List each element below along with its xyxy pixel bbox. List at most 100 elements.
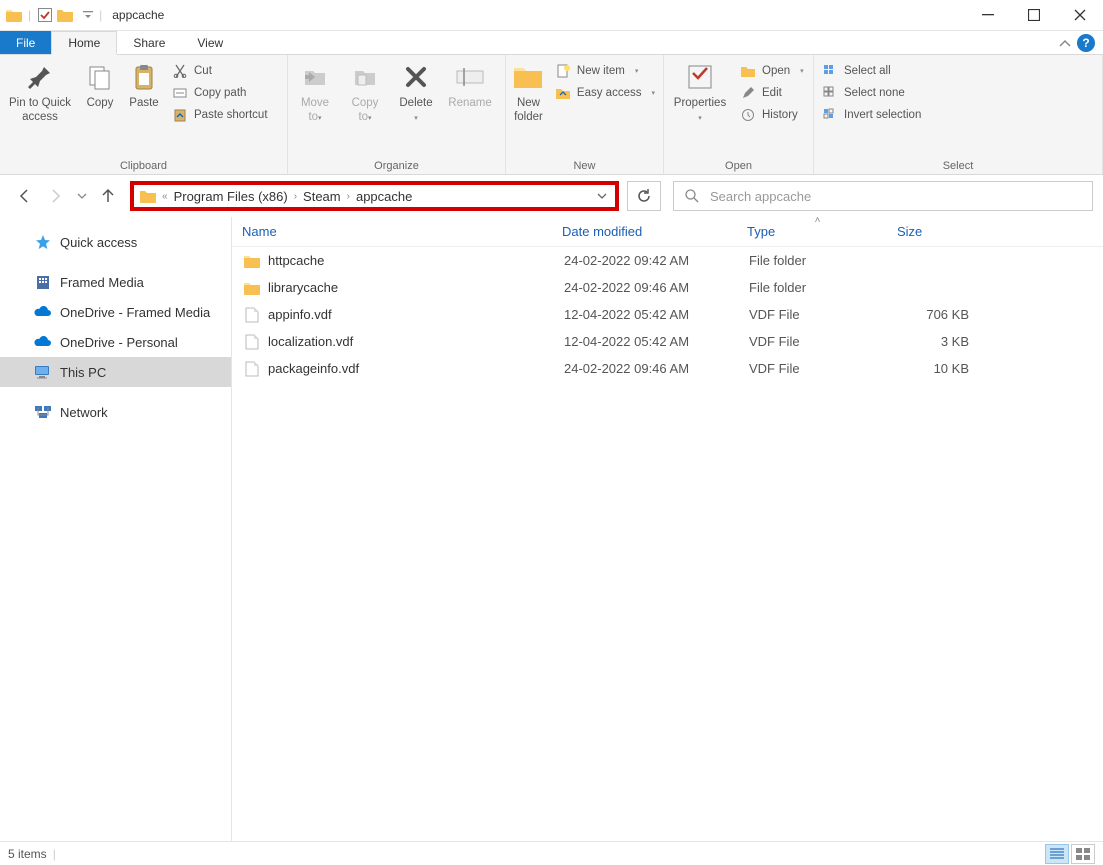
tab-view[interactable]: View <box>181 31 239 54</box>
file-name: librarycache <box>268 280 338 295</box>
invert-selection-button[interactable]: Invert selection <box>818 105 925 125</box>
select-all-button[interactable]: Select all <box>818 61 925 81</box>
file-row[interactable]: localization.vdf12-04-2022 05:42 AMVDF F… <box>232 328 1103 355</box>
ribbon-group-label: Clipboard <box>4 158 283 174</box>
breadcrumb-item[interactable]: appcache <box>350 189 418 204</box>
file-row[interactable]: packageinfo.vdf24-02-2022 09:46 AMVDF Fi… <box>232 355 1103 382</box>
file-type: VDF File <box>739 334 889 349</box>
file-row[interactable]: librarycache24-02-2022 09:46 AMFile fold… <box>232 274 1103 301</box>
invert-selection-icon <box>822 107 838 123</box>
help-icon[interactable]: ? <box>1077 34 1095 52</box>
ribbon-group-label: Organize <box>292 158 501 174</box>
cloud-icon <box>34 333 52 351</box>
rename-button[interactable]: Rename <box>444 59 496 113</box>
file-row[interactable]: httpcache24-02-2022 09:42 AMFile folder <box>232 247 1103 274</box>
up-button[interactable] <box>94 182 122 210</box>
copy-path-button[interactable]: Copy path <box>168 83 272 103</box>
sidebar-item[interactable]: OneDrive - Personal <box>0 327 231 357</box>
maximize-button[interactable] <box>1011 0 1057 31</box>
tab-share[interactable]: Share <box>117 31 181 54</box>
cut-button[interactable]: Cut <box>168 61 272 81</box>
file-type: VDF File <box>739 307 889 322</box>
file-type: VDF File <box>739 361 889 376</box>
recent-dropdown-icon[interactable] <box>74 182 90 210</box>
file-size: 706 KB <box>889 307 979 322</box>
status-bar: 5 items | <box>0 841 1103 865</box>
new-item-icon <box>555 63 571 79</box>
move-to-button[interactable]: Move to▾ <box>292 59 338 127</box>
new-folder-button[interactable]: New folder <box>510 59 547 127</box>
ribbon-group-new: New folder New item▾ Easy access▾ New <box>506 55 664 174</box>
file-row[interactable]: appinfo.vdf12-04-2022 05:42 AMVDF File70… <box>232 301 1103 328</box>
open-button[interactable]: Open▾ <box>736 61 808 81</box>
sidebar-item-label: Network <box>60 405 108 420</box>
collapse-ribbon-icon[interactable] <box>1059 38 1071 48</box>
select-none-button[interactable]: Select none <box>818 83 925 103</box>
file-rows[interactable]: httpcache24-02-2022 09:42 AMFile folderl… <box>232 247 1103 841</box>
tab-home[interactable]: Home <box>51 31 117 55</box>
sidebar-item-label: Framed Media <box>60 275 144 290</box>
folder-icon <box>6 8 22 22</box>
title-icons: | | <box>0 7 104 23</box>
select-none-icon <box>822 85 838 101</box>
copy-to-button[interactable]: Copy to▾ <box>342 59 388 127</box>
file-date: 12-04-2022 05:42 AM <box>554 334 739 349</box>
file-name: appinfo.vdf <box>268 307 332 322</box>
delete-button[interactable]: Delete▾ <box>392 59 440 127</box>
cut-icon <box>172 63 188 79</box>
copy-button[interactable]: Copy <box>80 59 120 113</box>
cloud-icon <box>34 303 52 321</box>
search-input[interactable] <box>710 189 1082 204</box>
history-button[interactable]: History <box>736 105 808 125</box>
forward-button[interactable] <box>42 182 70 210</box>
qat-checkbox-icon[interactable] <box>37 7 53 23</box>
back-button[interactable] <box>10 182 38 210</box>
building-icon <box>34 273 52 291</box>
sidebar-item[interactable]: Quick access <box>0 227 231 257</box>
sidebar-item[interactable]: This PC <box>0 357 231 387</box>
search-box[interactable] <box>673 181 1093 211</box>
minimize-button[interactable] <box>965 0 1011 31</box>
copy-to-icon <box>349 61 381 93</box>
file-icon <box>244 361 260 377</box>
paste-shortcut-button[interactable]: Paste shortcut <box>168 105 272 125</box>
properties-button[interactable]: Properties▾ <box>668 59 732 127</box>
separator: | <box>26 8 33 22</box>
pin-quick-access-button[interactable]: Pin to Quick access <box>4 59 76 127</box>
edit-button[interactable]: Edit <box>736 83 808 103</box>
move-to-icon <box>299 61 331 93</box>
column-header-size[interactable]: Size <box>887 224 977 239</box>
navigation-bar: « Program Files (x86) › Steam › appcache <box>0 175 1103 217</box>
address-dropdown-icon[interactable] <box>589 192 615 200</box>
qat-dropdown-icon[interactable] <box>77 11 93 19</box>
sidebar-item[interactable]: Framed Media <box>0 267 231 297</box>
ribbon-group-label: New <box>510 158 659 174</box>
sidebar[interactable]: Quick access Framed Media OneDrive - Frame… <box>0 217 232 841</box>
copy-icon <box>84 61 116 93</box>
open-icon <box>740 63 756 79</box>
breadcrumb-item[interactable]: Program Files (x86) <box>168 189 294 204</box>
qat-folder-icon[interactable] <box>57 7 73 23</box>
properties-icon <box>684 61 716 93</box>
sidebar-item[interactable]: Network <box>0 397 231 427</box>
ribbon: Pin to Quick access Copy Paste <box>0 55 1103 175</box>
easy-access-button[interactable]: Easy access▾ <box>551 83 659 103</box>
tab-file[interactable]: File <box>0 31 51 54</box>
ribbon-group-label: Select <box>818 158 1098 174</box>
details-view-button[interactable] <box>1045 844 1069 864</box>
column-header-type[interactable]: Type <box>737 224 887 239</box>
sidebar-item-label: OneDrive - Personal <box>60 335 178 350</box>
close-button[interactable] <box>1057 0 1103 31</box>
sidebar-item[interactable]: OneDrive - Framed Media <box>0 297 231 327</box>
file-date: 24-02-2022 09:46 AM <box>554 361 739 376</box>
refresh-button[interactable] <box>627 181 661 211</box>
content: Quick access Framed Media OneDrive - Frame… <box>0 217 1103 841</box>
column-header-name[interactable]: Name <box>232 224 552 239</box>
breadcrumb-item[interactable]: Steam <box>297 189 347 204</box>
network-icon <box>34 403 52 421</box>
column-header-date[interactable]: Date modified <box>552 224 737 239</box>
new-item-button[interactable]: New item▾ <box>551 61 659 81</box>
thumbnails-view-button[interactable] <box>1071 844 1095 864</box>
address-bar[interactable]: « Program Files (x86) › Steam › appcache <box>130 181 619 211</box>
paste-button[interactable]: Paste <box>124 59 164 113</box>
